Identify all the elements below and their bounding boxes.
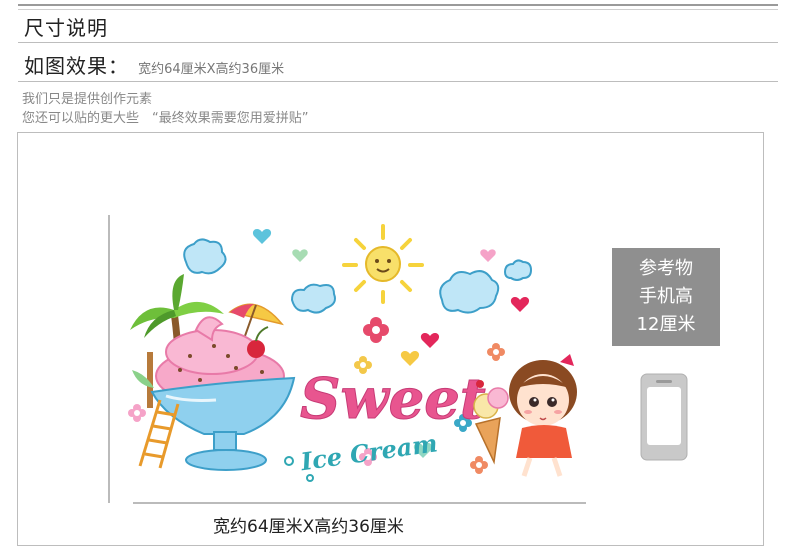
- dot-icon: [284, 456, 294, 466]
- flower-icon: [470, 456, 488, 474]
- dimension-caption: 宽约64厘米X高约36厘米: [213, 517, 404, 537]
- heart-icon: [420, 333, 440, 348]
- reference-line-2: 手机高: [639, 286, 693, 307]
- sweet-text: Sweet: [300, 366, 486, 432]
- heart-icon: [292, 249, 308, 262]
- flower-icon: [487, 343, 505, 361]
- heart-icon: [400, 351, 420, 366]
- cloud-icon: [439, 270, 500, 314]
- cloud-icon: [503, 259, 533, 281]
- flower-icon: [363, 317, 389, 343]
- cherry-icon: [247, 326, 269, 358]
- ice-cream-text: Ice Cream: [298, 428, 439, 476]
- heart-icon: [510, 297, 530, 312]
- heart-icon: [252, 229, 272, 244]
- sun-icon: [342, 224, 424, 304]
- cloud-icon: [290, 283, 336, 314]
- cloud-icon: [183, 238, 227, 275]
- dot-icon: [306, 474, 314, 482]
- phone-icon: [640, 373, 688, 461]
- girl-figure-icon: [509, 354, 577, 477]
- heart-icon: [480, 249, 496, 262]
- reference-line-1: 参考物: [639, 258, 693, 279]
- flower-icon: [128, 404, 146, 422]
- reference-label-box: 参考物 手机高 12厘米: [612, 248, 720, 346]
- reference-line-3: 12厘米: [636, 314, 696, 335]
